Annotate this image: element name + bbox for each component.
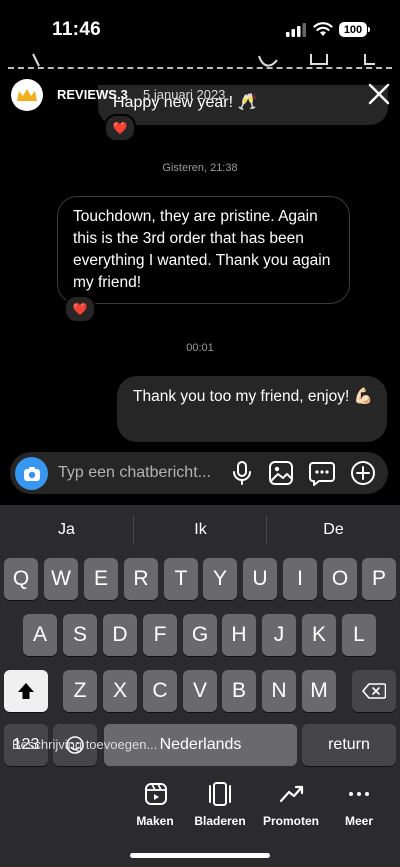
backspace-icon [362, 683, 386, 699]
key-q[interactable]: Q [4, 558, 38, 600]
status-time: 11:46 [52, 19, 102, 40]
story-progress-divider [8, 67, 392, 69]
key-u[interactable]: U [243, 558, 277, 600]
close-icon[interactable] [366, 81, 392, 107]
key-e[interactable]: E [84, 558, 118, 600]
key-k[interactable]: K [302, 614, 336, 656]
key-a[interactable]: A [23, 614, 57, 656]
backspace-key[interactable] [352, 670, 396, 712]
suggestion-1[interactable]: Ja [0, 521, 133, 539]
create-reel-icon[interactable] [143, 781, 169, 807]
key-p[interactable]: P [362, 558, 396, 600]
battery-icon: 100 [339, 22, 367, 37]
key-v[interactable]: V [183, 670, 217, 712]
home-indicator[interactable] [130, 853, 270, 858]
cellular-signal-icon [286, 23, 306, 37]
description-hint: Beschrijving toevoegen... [12, 737, 158, 752]
toolbar-promote-label[interactable]: Promoten [256, 814, 326, 828]
message-timestamp: 00:01 [186, 342, 214, 354]
toolbar-browse-label[interactable]: Bladeren [185, 814, 255, 828]
battery-cap [368, 27, 370, 32]
toolbar-more-label[interactable]: Meer [324, 814, 394, 828]
avatar[interactable] [11, 79, 43, 111]
crown-logo-icon [17, 89, 37, 101]
return-key[interactable]: return [302, 724, 396, 766]
key-r[interactable]: R [124, 558, 158, 600]
key-b[interactable]: B [222, 670, 256, 712]
incoming-message-reaction[interactable]: ❤️ [64, 295, 96, 323]
suggestion-2[interactable]: Ik [134, 521, 267, 539]
key-c[interactable]: C [143, 670, 177, 712]
key-x[interactable]: X [103, 670, 137, 712]
sticker-chat-icon[interactable] [309, 460, 335, 486]
suggestion-3[interactable]: De [267, 521, 400, 539]
key-o[interactable]: O [323, 558, 357, 600]
previous-message-reaction[interactable]: ❤️ [104, 114, 136, 142]
shift-icon [18, 683, 34, 699]
key-s[interactable]: S [63, 614, 97, 656]
message-timestamp: Gisteren, 21:38 [162, 162, 238, 174]
key-n[interactable]: N [262, 670, 296, 712]
toolbar-create-label[interactable]: Maken [120, 814, 190, 828]
browse-icon[interactable] [207, 781, 233, 807]
gallery-icon[interactable] [268, 460, 294, 486]
key-z[interactable]: Z [63, 670, 97, 712]
camera-icon [23, 466, 40, 481]
more-icon[interactable] [346, 781, 372, 807]
key-m[interactable]: M [302, 670, 336, 712]
key-l[interactable]: L [342, 614, 376, 656]
key-i[interactable]: I [283, 558, 317, 600]
key-w[interactable]: W [44, 558, 78, 600]
message-input[interactable]: Typ een chatbericht... [58, 464, 211, 482]
microphone-icon[interactable] [229, 460, 255, 486]
key-h[interactable]: H [222, 614, 256, 656]
key-f[interactable]: F [143, 614, 177, 656]
add-icon[interactable] [350, 460, 376, 486]
header-username[interactable]: REVIEWS.3 [57, 87, 128, 102]
key-g[interactable]: G [183, 614, 217, 656]
camera-button[interactable] [15, 457, 48, 490]
incoming-message-text: Touchdown, they are pristine. Again this… [73, 208, 331, 291]
shift-key[interactable] [4, 670, 48, 712]
promote-icon[interactable] [279, 781, 305, 807]
wifi-icon [313, 22, 333, 36]
header-date: 5 januari 2023 [143, 87, 226, 102]
outgoing-message-text: Thank you too my friend, enjoy! 💪🏻 [133, 388, 373, 405]
story-toolbar-icons [32, 53, 375, 67]
key-y[interactable]: Y [203, 558, 237, 600]
key-d[interactable]: D [103, 614, 137, 656]
key-j[interactable]: J [262, 614, 296, 656]
key-t[interactable]: T [164, 558, 198, 600]
